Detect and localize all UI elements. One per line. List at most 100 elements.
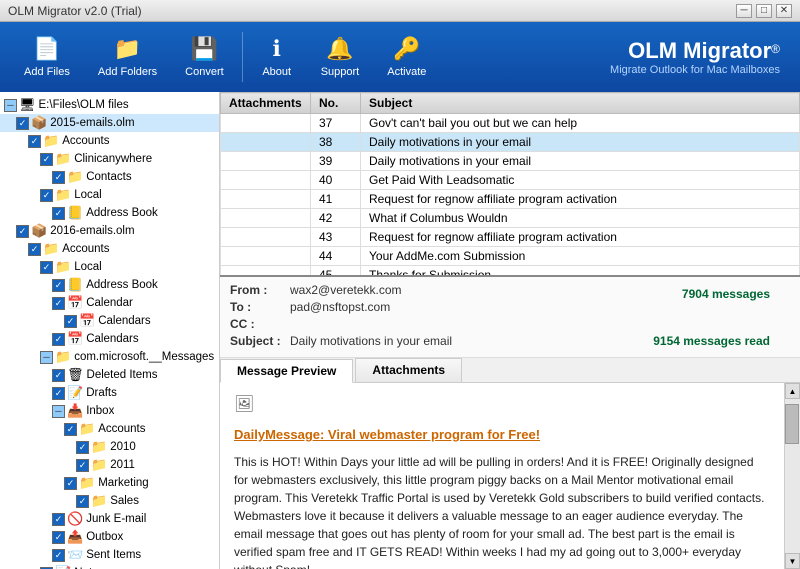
table-row[interactable]: 38Daily motivations in your email (221, 133, 800, 152)
add-files-button[interactable]: 📄 Add Files (10, 30, 84, 84)
tree-item[interactable]: ✓📁Sales (0, 492, 219, 510)
table-row[interactable]: 42What if Columbus Wouldn (221, 209, 800, 228)
tree-checkbox[interactable]: ✓ (64, 423, 77, 436)
tree-checkbox[interactable]: ✓ (16, 117, 29, 130)
table-row[interactable]: 40Get Paid With Leadsomatic (221, 171, 800, 190)
to-label: To : (230, 300, 290, 314)
tree-folder-icon: 📁 (55, 151, 71, 167)
tree-checkbox[interactable]: ✓ (52, 207, 65, 220)
tree-item[interactable]: ✓📁Accounts (0, 132, 219, 150)
tree-folder-icon: 📦 (31, 115, 47, 131)
tree-item[interactable]: ✓🚫Junk E-mail (0, 510, 219, 528)
tree-folder-icon: 📁 (91, 457, 107, 473)
right-scrollbar[interactable]: ▲ ▼ (784, 383, 800, 569)
tree-item[interactable]: ─📥Inbox (0, 402, 219, 420)
cell-no: 40 (311, 171, 361, 190)
tree-checkbox[interactable]: ✓ (76, 441, 89, 454)
tree-checkbox[interactable]: ✓ (64, 477, 77, 490)
add-folders-button[interactable]: 📁 Add Folders (84, 30, 171, 84)
scroll-down-button[interactable]: ▼ (785, 553, 800, 569)
tree-item[interactable]: ─📁com.microsoft.__Messages (0, 348, 219, 366)
tree-item[interactable]: ─🖥E:\Files\OLM files (0, 96, 219, 114)
tree-item-label: Clinicanywhere (74, 151, 152, 167)
tab-attachments[interactable]: Attachments (355, 358, 462, 382)
support-button[interactable]: 🔔 Support (307, 30, 374, 84)
table-row[interactable]: 45Thanks for Submission (221, 266, 800, 278)
title-bar: OLM Migrator v2.0 (Trial) ─ □ ✕ (0, 0, 800, 22)
tree-item[interactable]: ✓📅Calendars (0, 330, 219, 348)
tree-checkbox[interactable]: ✓ (40, 189, 53, 202)
tree-checkbox[interactable]: ✓ (52, 171, 65, 184)
tree-checkbox[interactable]: ✓ (52, 297, 65, 310)
tree-item[interactable]: ✓📦2015-emails.olm (0, 114, 219, 132)
tree-checkbox[interactable]: ✓ (52, 369, 65, 382)
scroll-track[interactable] (785, 399, 800, 553)
tree-item[interactable]: ✓🗑Deleted Items (0, 366, 219, 384)
tree-item[interactable]: ✓📁2011 (0, 456, 219, 474)
tree-item[interactable]: ✓📝Notes (0, 564, 219, 569)
tree-checkbox[interactable]: ✓ (52, 387, 65, 400)
convert-button[interactable]: 💾 Convert (171, 30, 238, 84)
tree-checkbox[interactable]: ✓ (40, 153, 53, 166)
tree-checkbox[interactable]: ─ (40, 351, 53, 364)
table-row[interactable]: 37Gov't can't bail you out but we can he… (221, 114, 800, 133)
maximize-button[interactable]: □ (756, 4, 772, 18)
tree-item[interactable]: ✓📁Accounts (0, 240, 219, 258)
tree-item[interactable]: ✓📅Calendars (0, 312, 219, 330)
tree-item[interactable]: ✓📁Local (0, 186, 219, 204)
table-row[interactable]: 43Request for regnow affiliate program a… (221, 228, 800, 247)
subject-label: Subject : (230, 334, 290, 348)
tree-item[interactable]: ✓📨Sent Items (0, 546, 219, 564)
tree-checkbox[interactable]: ✓ (76, 459, 89, 472)
table-row[interactable]: 41Request for regnow affiliate program a… (221, 190, 800, 209)
tree-checkbox[interactable]: ✓ (16, 225, 29, 238)
tree-item-label: Contacts (86, 169, 131, 185)
tree-item[interactable]: ✓📅Calendar (0, 294, 219, 312)
close-button[interactable]: ✕ (776, 4, 792, 18)
cell-subject: Daily motivations in your email (361, 133, 800, 152)
title-bar-controls[interactable]: ─ □ ✕ (736, 4, 792, 18)
cell-subject: Gov't can't bail you out but we can help (361, 114, 800, 133)
tree-checkbox[interactable]: ✓ (40, 261, 53, 274)
email-table: Attachments No. Subject 37Gov't can't ba… (220, 92, 800, 277)
table-row[interactable]: 44Your AddMe.com Submission (221, 247, 800, 266)
tree-item[interactable]: ✓📁Accounts (0, 420, 219, 438)
email-list[interactable]: Attachments No. Subject 37Gov't can't ba… (220, 92, 800, 277)
tree-checkbox[interactable]: ✓ (52, 279, 65, 292)
tree-checkbox[interactable]: ✓ (52, 549, 65, 562)
tree-checkbox[interactable]: ✓ (76, 495, 89, 508)
activate-button[interactable]: 🔑 Activate (373, 30, 440, 84)
tree-checkbox[interactable]: ✓ (28, 135, 41, 148)
minimize-button[interactable]: ─ (736, 4, 752, 18)
tree-folder-icon: 📁 (43, 241, 59, 257)
email-body[interactable]: 🖼DailyMessage: Viral webmaster program f… (220, 383, 784, 569)
tree-checkbox[interactable]: ✓ (52, 333, 65, 346)
tree-panel[interactable]: ─🖥E:\Files\OLM files✓📦2015-emails.olm✓📁A… (0, 92, 220, 569)
support-icon: 🔔 (326, 36, 353, 62)
scroll-thumb[interactable] (785, 404, 799, 444)
tree-item[interactable]: ✓📒Address Book (0, 276, 219, 294)
email-tabs[interactable]: Message Preview Attachments (220, 358, 800, 383)
tree-item[interactable]: ✓📁Contacts (0, 168, 219, 186)
tree-checkbox[interactable]: ✓ (52, 531, 65, 544)
tree-item[interactable]: ✓📁2010 (0, 438, 219, 456)
table-row[interactable]: 39Daily motivations in your email (221, 152, 800, 171)
tree-item[interactable]: ✓📁Marketing (0, 474, 219, 492)
tree-checkbox[interactable]: ✓ (52, 513, 65, 526)
tree-item[interactable]: ✓📁Local (0, 258, 219, 276)
tree-item[interactable]: ✓📁Clinicanywhere (0, 150, 219, 168)
tree-checkbox[interactable]: ─ (52, 405, 65, 418)
about-button[interactable]: ℹ About (247, 30, 307, 84)
tab-message-preview[interactable]: Message Preview (220, 359, 353, 383)
tree-item-label: Marketing (98, 475, 149, 491)
tree-checkbox[interactable]: ─ (4, 99, 17, 112)
tree-item[interactable]: ✓📝Drafts (0, 384, 219, 402)
tree-checkbox[interactable]: ✓ (64, 315, 77, 328)
tree-item[interactable]: ✓📒Address Book (0, 204, 219, 222)
tree-item[interactable]: ✓📤Outbox (0, 528, 219, 546)
scroll-up-button[interactable]: ▲ (785, 383, 800, 399)
brand-reg: ® (771, 42, 780, 56)
body-link[interactable]: DailyMessage: Viral webmaster program fo… (234, 425, 770, 445)
tree-checkbox[interactable]: ✓ (28, 243, 41, 256)
tree-item[interactable]: ✓📦2016-emails.olm (0, 222, 219, 240)
